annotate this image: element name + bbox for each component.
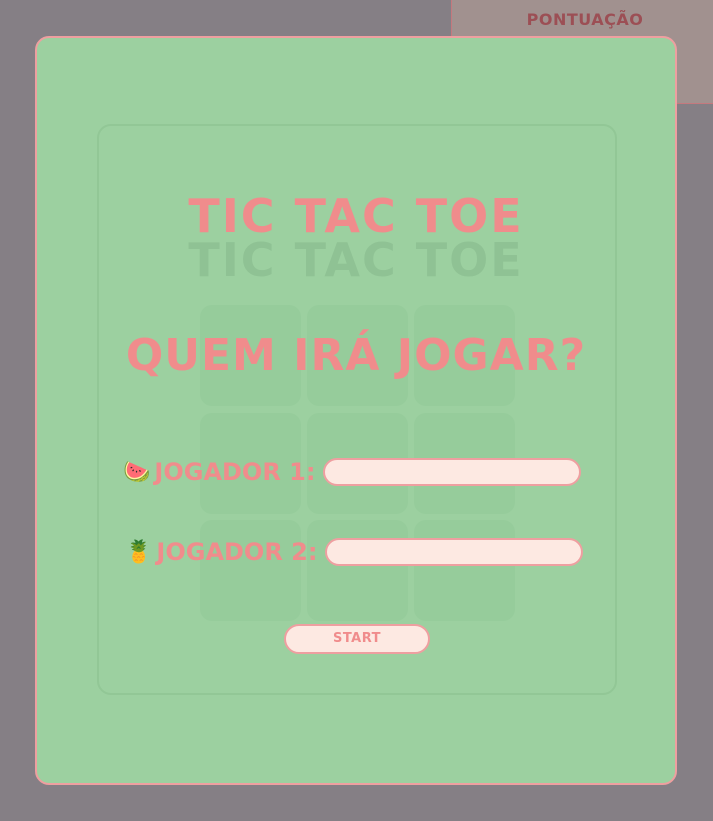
player-2-row: 🍍 JOGADOR 2: [125, 538, 584, 566]
board-cell [414, 520, 515, 621]
player-1-name-input[interactable] [323, 458, 582, 486]
board-cell [200, 520, 301, 621]
start-button[interactable]: START [284, 624, 430, 654]
board-cell [307, 520, 408, 621]
game-title: TIC TAC TOE [188, 189, 524, 243]
player-1-row: 🍉 JOGADOR 1: [123, 458, 582, 486]
modal-question: QUEM IRÁ JOGAR? [125, 330, 587, 381]
pineapple-icon: 🍍 [125, 539, 153, 565]
player-setup-modal: TIC TAC TOE TIC TAC TOE QUEM IRÁ JOGAR? … [35, 36, 677, 785]
player-1-label: JOGADOR 1: [154, 458, 316, 486]
watermelon-icon: 🍉 [123, 459, 151, 485]
scoreboard-title: PONTUAÇÃO [526, 10, 644, 29]
player-2-name-input[interactable] [325, 538, 584, 566]
player-2-label: JOGADOR 2: [156, 538, 318, 566]
